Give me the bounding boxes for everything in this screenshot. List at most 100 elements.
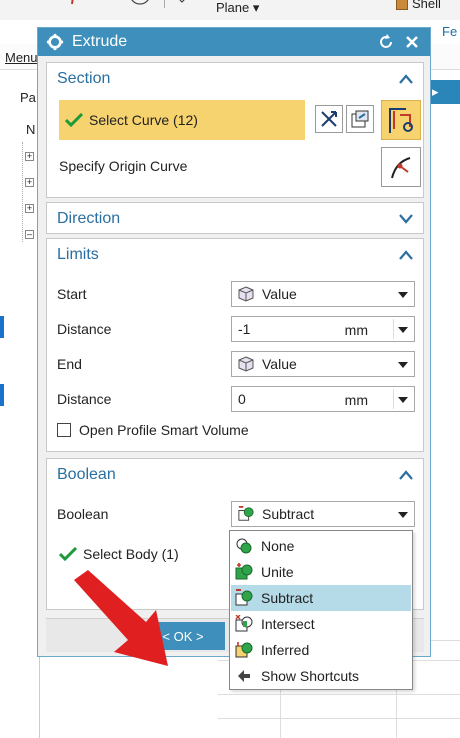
cross-arrows-icon <box>321 111 337 127</box>
arrow-left-icon <box>238 670 250 682</box>
graphics-tab-arrow-icon: ▸ <box>432 84 439 99</box>
dropdown-arrow-icon[interactable] <box>398 397 408 403</box>
option-none[interactable]: None <box>231 533 411 559</box>
reverse-direction-button[interactable] <box>315 105 343 133</box>
dropdown-arrow-icon <box>398 292 408 298</box>
menu-button[interactable]: Menu <box>5 50 38 65</box>
dropdown-arrow-icon <box>398 512 408 518</box>
end-dropdown[interactable]: Value <box>231 351 415 377</box>
boolean-value: Subtract <box>262 506 315 522</box>
inferred-icon <box>235 642 253 658</box>
tree-toggle[interactable]: – <box>25 230 34 239</box>
option-show-shortcuts-label: Show Shortcuts <box>261 668 360 684</box>
select-body-label: Select Body (1) <box>83 546 179 562</box>
shell-tool[interactable]: Shell <box>396 0 441 11</box>
resource-bar-mark[interactable] <box>0 384 4 406</box>
toolbar-shape-icons[interactable] <box>60 0 190 16</box>
check-icon <box>59 547 77 561</box>
chevron-up-icon[interactable] <box>399 470 413 480</box>
option-intersect-label: Intersect <box>261 616 315 632</box>
start-distance-unit: mm <box>344 322 368 338</box>
tree-toggle[interactable]: + <box>25 204 34 213</box>
tree-toggle[interactable]: + <box>25 178 34 187</box>
start-label: Start <box>57 286 87 302</box>
open-profile-row[interactable]: Open Profile Smart Volume <box>57 415 413 445</box>
tree-toggle[interactable]: + <box>25 152 34 161</box>
section-header[interactable]: Section <box>47 63 423 95</box>
app-toolbar: Plane ▾ Shell <box>0 0 460 20</box>
unite-icon <box>235 563 253 580</box>
direction-header[interactable]: Direction <box>47 203 423 235</box>
plane-menu[interactable]: Plane ▾ <box>216 0 259 16</box>
chevron-down-icon[interactable] <box>399 214 413 224</box>
section-title: Section <box>57 70 111 87</box>
section-group: Section Select Curve (12) Specify Origin… <box>46 62 424 198</box>
end-distance-unit: mm <box>344 392 368 408</box>
start-distance-value[interactable]: -1 <box>238 321 250 337</box>
resource-bar-mark[interactable] <box>0 316 4 338</box>
reset-icon[interactable] <box>376 32 396 52</box>
direction-title: Direction <box>57 210 121 227</box>
option-subtract[interactable]: Subtract <box>231 585 411 611</box>
dropdown-arrow-icon[interactable] <box>398 327 408 333</box>
start-distance-field[interactable]: -1 mm <box>231 316 415 342</box>
option-subtract-label: Subtract <box>261 590 314 606</box>
end-label: End <box>57 356 82 372</box>
option-show-shortcuts[interactable]: Show Shortcuts <box>231 663 411 689</box>
dialog-title: Extrude <box>72 33 128 50</box>
graphics-tab[interactable]: ▸ <box>428 80 460 104</box>
curve-select-icon <box>389 108 413 133</box>
option-inferred[interactable]: Inferred <box>231 637 411 663</box>
distance1-label: Distance <box>57 321 112 337</box>
shell-label: Shell <box>412 0 441 11</box>
origin-curve-button[interactable] <box>381 147 421 187</box>
select-curve-label: Select Curve (12) <box>89 112 198 128</box>
option-unite[interactable]: Unite <box>231 559 411 585</box>
select-curve-row[interactable]: Select Curve (12) <box>59 100 305 140</box>
specify-origin-row[interactable]: Specify Origin Curve <box>59 151 413 181</box>
subtract-icon <box>238 506 254 521</box>
value-cube-icon <box>238 356 254 372</box>
option-inferred-label: Inferred <box>261 642 310 658</box>
feature-tab[interactable]: Fe <box>442 24 457 39</box>
sketch-icon <box>351 110 369 128</box>
boolean-dropdown[interactable]: Subtract <box>231 501 415 527</box>
check-icon <box>65 113 83 127</box>
option-none-label: None <box>261 538 295 554</box>
boolean-title: Boolean <box>57 466 116 483</box>
start-dropdown[interactable]: Value <box>231 281 415 307</box>
end-distance-value[interactable]: 0 <box>238 391 246 407</box>
chevron-up-icon[interactable] <box>399 74 413 84</box>
select-curve-tool-button[interactable] <box>381 100 421 140</box>
end-distance-field[interactable]: 0 mm <box>231 386 415 412</box>
part-navigator-label: Pa <box>20 90 36 105</box>
unit-separator <box>393 389 394 409</box>
shell-icon <box>396 0 408 10</box>
open-profile-label: Open Profile Smart Volume <box>79 422 249 438</box>
gear-icon <box>46 33 64 51</box>
boolean-options-list: None Unite Subtract Intersect Inferred S… <box>229 530 413 690</box>
close-icon[interactable] <box>402 32 422 52</box>
option-intersect[interactable]: Intersect <box>231 611 411 637</box>
option-unite-label: Unite <box>261 564 294 580</box>
boolean-label: Boolean <box>57 506 109 522</box>
limits-header[interactable]: Limits <box>47 239 423 271</box>
open-profile-checkbox[interactable] <box>57 423 71 437</box>
value-cube-icon <box>238 286 254 302</box>
limits-title: Limits <box>57 246 99 263</box>
subtract-icon <box>235 589 253 606</box>
column-header-name: N <box>26 122 36 137</box>
direction-group: Direction <box>46 202 424 234</box>
intersect-icon <box>235 615 253 632</box>
boolean-header[interactable]: Boolean <box>47 459 423 491</box>
limits-group: Limits Start Value Distance -1 mm End Va… <box>46 238 424 452</box>
chevron-up-icon[interactable] <box>399 250 413 260</box>
distance2-label: Distance <box>57 391 112 407</box>
unit-separator <box>393 319 394 339</box>
dropdown-arrow-icon <box>398 362 408 368</box>
end-value: Value <box>262 356 297 372</box>
curve-rule-button[interactable] <box>346 105 374 133</box>
annotation-arrow-icon <box>74 570 168 666</box>
start-value: Value <box>262 286 297 302</box>
dialog-titlebar[interactable]: Extrude <box>38 28 430 56</box>
